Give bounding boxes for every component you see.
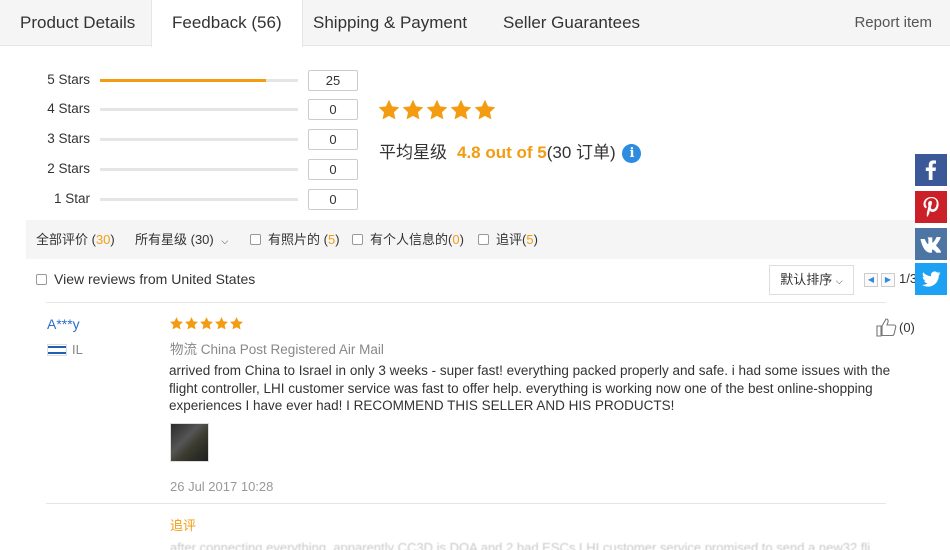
- report-item-link[interactable]: Report item: [854, 0, 932, 46]
- rating-bar-fill: [100, 79, 267, 82]
- average-rating: 平均星级 4.8 out of 5(30 订单) i: [379, 138, 642, 163]
- star-icon: [229, 317, 244, 335]
- rating-select-value: 所有星级 (30): [135, 232, 214, 247]
- twitter-icon: [922, 271, 941, 287]
- twitter-share-button[interactable]: [915, 263, 947, 295]
- star-icon: [199, 317, 214, 335]
- filter-bar: 全部评价 (30) 所有星级 (30) ⌵ 有照片的 (5) 有个人信息的(0)…: [26, 220, 916, 259]
- reviewer-country: IL: [72, 342, 83, 357]
- sort-select-value: 默认排序: [780, 272, 833, 287]
- reviewer-name[interactable]: A***y: [47, 316, 80, 332]
- rating-row-label: 2 Stars: [47, 161, 90, 176]
- review-date: 26 Jul 2017 10:28: [170, 479, 274, 494]
- star-icon: [214, 317, 229, 335]
- divider: [46, 302, 886, 303]
- star-icon: [184, 317, 199, 335]
- us-reviews-toggle[interactable]: View reviews from United States: [36, 271, 255, 287]
- rating-row-label: 5 Stars: [47, 72, 90, 87]
- tab-product-details[interactable]: Product Details: [20, 0, 135, 46]
- rating-row-label: 3 Stars: [47, 131, 90, 146]
- pinterest-icon: [923, 197, 939, 217]
- sort-select[interactable]: 默认排序 ⌵: [769, 265, 854, 295]
- filter-with-personal-info[interactable]: 有个人信息的(0): [352, 220, 464, 259]
- filter-all-reviews[interactable]: 全部评价 (30): [36, 220, 115, 259]
- rating-bar: [100, 108, 298, 111]
- filter-photos-label: 有照片的 (: [268, 232, 328, 247]
- thumbs-up-icon: [876, 318, 897, 337]
- helpful-count: (0): [899, 320, 915, 335]
- facebook-share-button[interactable]: [915, 154, 947, 186]
- shipping-method: China Post Registered Air Mail: [200, 342, 384, 357]
- review-stars: [169, 316, 244, 336]
- star-icon: [401, 99, 425, 126]
- pinterest-share-button[interactable]: [915, 191, 947, 223]
- chevron-down-icon: ⌵: [221, 236, 229, 246]
- rating-bar: [100, 138, 298, 141]
- rating-bar: [100, 168, 298, 171]
- average-value: 4.8 out of 5: [457, 143, 547, 162]
- rating-row-5: 5 Stars 25: [0, 70, 370, 92]
- filter-personal-count: 0: [452, 232, 460, 247]
- vk-share-button[interactable]: [915, 228, 947, 260]
- filter-all-label: 全部评价 (: [36, 232, 96, 247]
- rating-bar: [100, 79, 298, 82]
- filter-personal-close: ): [459, 232, 464, 247]
- checkbox[interactable]: [250, 234, 261, 245]
- rating-count: 0: [308, 129, 358, 150]
- checkbox[interactable]: [352, 234, 363, 245]
- chevron-down-icon: ⌵: [835, 276, 843, 286]
- followup-text: after connecting everything, apparently …: [170, 540, 871, 550]
- prev-page-button[interactable]: ◀: [864, 273, 878, 287]
- order-count: (30 订单): [546, 143, 616, 162]
- rating-row-2: 2 Stars 0: [0, 159, 370, 181]
- checkbox[interactable]: [478, 234, 489, 245]
- filter-all-close: ): [110, 232, 115, 247]
- filter-followup-close: ): [533, 232, 538, 247]
- next-page-button[interactable]: ▶: [881, 273, 895, 287]
- filter-all-count: 30: [95, 232, 111, 247]
- filter-personal-label: 有个人信息的(: [370, 232, 453, 247]
- followup-label: 追评: [170, 518, 197, 533]
- tab-seller-guarantees[interactable]: Seller Guarantees: [503, 0, 640, 46]
- star-icon: [473, 99, 497, 126]
- israel-flag-icon: [47, 344, 67, 356]
- rating-row-3: 3 Stars 0: [0, 129, 370, 151]
- average-stars: [377, 98, 497, 126]
- review-text: arrived from China to Israel in only 3 w…: [169, 363, 891, 413]
- star-icon: [425, 99, 449, 126]
- tab-shipping-payment[interactable]: Shipping & Payment: [313, 0, 467, 46]
- filter-photos-close: ): [335, 232, 340, 247]
- us-reviews-label: View reviews from United States: [54, 271, 256, 287]
- rating-row-label: 4 Stars: [47, 101, 90, 116]
- tab-feedback[interactable]: Feedback (56): [151, 0, 303, 47]
- star-icon: [377, 99, 401, 126]
- rating-count: 0: [308, 159, 358, 180]
- rating-select[interactable]: 所有星级 (30) ⌵: [135, 220, 228, 261]
- review-photo[interactable]: [170, 423, 209, 462]
- filter-followup-label: 追评(: [496, 232, 527, 247]
- star-icon: [449, 99, 473, 126]
- rating-row-1: 1 Star 0: [0, 189, 370, 211]
- rating-count: 25: [308, 70, 358, 91]
- rating-row-label: 1 Star: [53, 191, 90, 206]
- rating-count: 0: [308, 99, 358, 120]
- average-label: 平均星级: [379, 143, 447, 162]
- filter-with-photos[interactable]: 有照片的 (5): [250, 220, 340, 259]
- divider: [46, 503, 886, 504]
- facebook-icon: [925, 160, 936, 180]
- filter-follow-up[interactable]: 追评(5): [478, 220, 538, 259]
- rating-count: 0: [308, 189, 358, 210]
- rating-row-4: 4 Stars 0: [0, 99, 370, 121]
- helpful-button[interactable]: (0): [875, 317, 915, 337]
- vk-icon: [920, 237, 941, 253]
- review-shipping: 物流 China Post Registered Air Mail: [170, 338, 384, 358]
- info-icon[interactable]: i: [622, 144, 642, 163]
- tab-bar: Product Details Feedback (56) Shipping &…: [0, 0, 950, 47]
- shipping-label: 物流: [170, 342, 197, 357]
- rating-bar: [100, 198, 298, 201]
- filter-followup-count: 5: [526, 232, 534, 247]
- star-icon: [169, 317, 184, 335]
- checkbox[interactable]: [36, 274, 47, 285]
